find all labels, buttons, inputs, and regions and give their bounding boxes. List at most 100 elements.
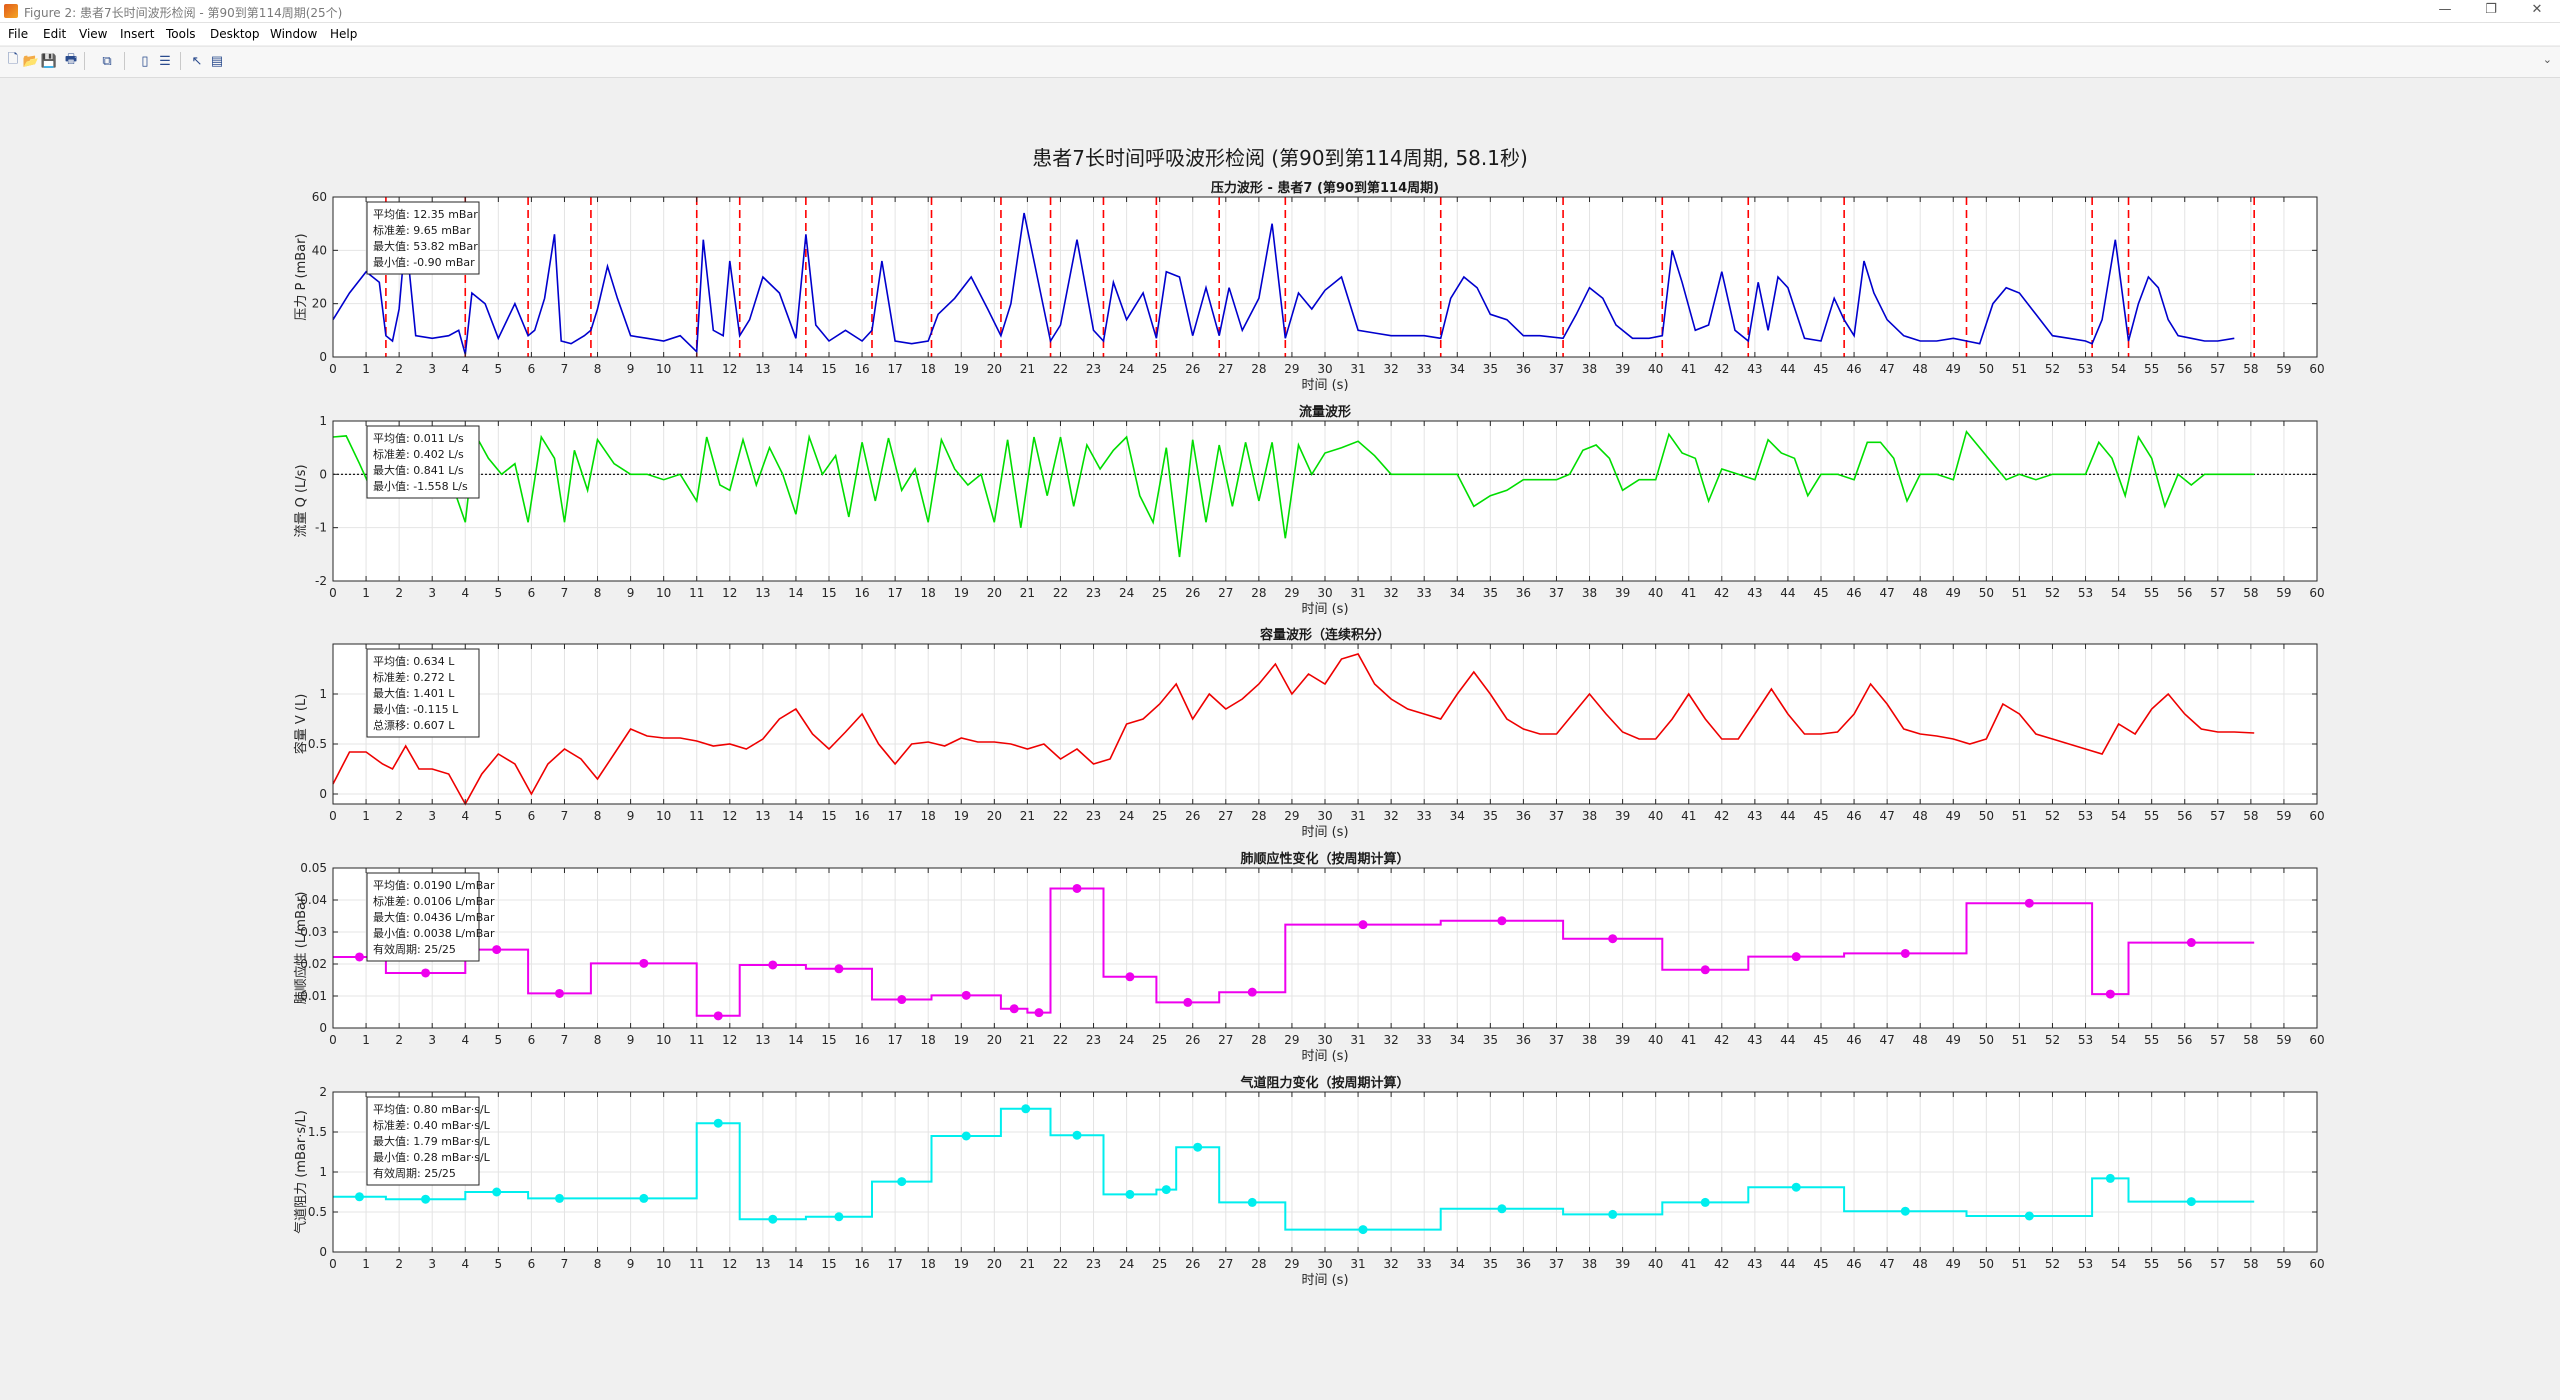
flow-xtick-label: 58 <box>2243 586 2258 600</box>
flow-xtick-label: 45 <box>1813 586 1828 600</box>
compliance-cycle-marker <box>2024 898 2034 908</box>
menu-help[interactable]: Help <box>330 27 357 41</box>
compliance-xtick-label: 35 <box>1483 1033 1498 1047</box>
menu-desktop[interactable]: Desktop <box>210 27 260 41</box>
menu-file[interactable]: File <box>8 27 28 41</box>
resistance-cycle-marker <box>1072 1130 1082 1140</box>
volume-xtick-label: 2 <box>395 809 403 823</box>
compliance-xtick-label: 19 <box>954 1033 969 1047</box>
volume-xtick-label: 51 <box>2012 809 2027 823</box>
resistance-xtick-label: 49 <box>1946 1257 1961 1271</box>
resistance-xtick-label: 50 <box>1979 1257 1994 1271</box>
link-plot-icon[interactable]: ⧉ <box>98 52 116 70</box>
compliance-xtick-label: 18 <box>921 1033 936 1047</box>
resistance-xtick-label: 41 <box>1681 1257 1696 1271</box>
minimize-button[interactable]: — <box>2422 0 2468 22</box>
volume-xtick-label: 13 <box>755 809 770 823</box>
flow-xtick-label: 34 <box>1450 586 1465 600</box>
compliance-xtick-label: 59 <box>2276 1033 2291 1047</box>
resistance-stat-line: 最大值: 1.79 mBar·s/L <box>373 1134 491 1148</box>
save-icon[interactable]: 💾 <box>40 52 58 70</box>
flow-xtick-label: 17 <box>887 586 902 600</box>
pressure-xtick-label: 15 <box>821 362 836 376</box>
volume-xtick-label: 19 <box>954 809 969 823</box>
pressure-xtick-label: 48 <box>1913 362 1928 376</box>
flow-stat-line: 最大值: 0.841 L/s <box>373 463 464 477</box>
flow-xtick-label: 41 <box>1681 586 1696 600</box>
flow-panel: 0 1 2 3 4 5 6 7 8 9 10 11 12 13 14 15 16 17 18 19 20 21 22 23 24… <box>294 404 2325 617</box>
edit-plot-icon[interactable]: ↖ <box>188 52 206 70</box>
pressure-xtick-label: 46 <box>1846 362 1861 376</box>
compliance-cycle-marker <box>1183 997 1193 1007</box>
flow-xtick-label: 33 <box>1417 586 1432 600</box>
resistance-cycle-marker <box>639 1193 649 1203</box>
volume-xtick-label: 32 <box>1383 809 1398 823</box>
flow-xlabel: 时间 (s) <box>1301 602 1348 617</box>
figure-suptitle: 患者7长时间呼吸波形检阅 (第90到第114周期, 58.1秒) <box>1032 146 1528 170</box>
compliance-xtick-label: 30 <box>1317 1033 1332 1047</box>
compliance-cycle-marker <box>492 945 502 955</box>
resistance-xtick-label: 26 <box>1185 1257 1200 1271</box>
close-button[interactable]: ✕ <box>2514 0 2560 22</box>
menu-edit[interactable]: Edit <box>43 27 66 41</box>
compliance-xtick-label: 4 <box>461 1033 469 1047</box>
resistance-ytick-label: 1.5 <box>308 1125 327 1139</box>
volume-stat-line: 总漂移: 0.607 L <box>373 718 455 732</box>
pressure-xtick-label: 5 <box>495 362 503 376</box>
resistance-xtick-label: 57 <box>2210 1257 2225 1271</box>
figure-canvas: 患者7长时间呼吸波形检阅 (第90到第114周期, 58.1秒) 0123456… <box>293 146 2325 1288</box>
volume-xtick-label: 40 <box>1648 809 1663 823</box>
volume-xtick-label: 56 <box>2177 809 2192 823</box>
property-inspector-icon[interactable]: ▤ <box>208 52 226 70</box>
resistance-xtick-label: 36 <box>1516 1257 1531 1271</box>
compliance-xtick-label: 25 <box>1152 1033 1167 1047</box>
pressure-xtick-label: 20 <box>987 362 1002 376</box>
compliance-xtick-label: 21 <box>1020 1033 1035 1047</box>
pressure-xtick-label: 0 <box>329 362 337 376</box>
insert-legend-icon[interactable]: ☰ <box>156 52 174 70</box>
volume-xtick-label: 33 <box>1417 809 1432 823</box>
pressure-stat-line: 标准差: 9.65 mBar <box>373 223 471 237</box>
toolbar-expand-icon[interactable]: ⌄ <box>2543 53 2552 66</box>
flow-xtick-label: 48 <box>1913 586 1928 600</box>
menu-insert[interactable]: Insert <box>120 27 154 41</box>
menu-tools[interactable]: Tools <box>166 27 196 41</box>
resistance-ytick-label: 1 <box>319 1165 327 1179</box>
pressure-xtick-label: 22 <box>1053 362 1068 376</box>
open-file-icon[interactable]: 📂 <box>22 52 40 70</box>
resistance-xtick-label: 35 <box>1483 1257 1498 1271</box>
menu-window[interactable]: Window <box>270 27 317 41</box>
insert-colorbar-icon[interactable]: ▯ <box>136 52 154 70</box>
resistance-xtick-label: 8 <box>594 1257 602 1271</box>
flow-stat-line: 最小值: -1.558 L/s <box>373 480 468 493</box>
print-icon[interactable]: 🖶 <box>62 51 80 70</box>
compliance-xtick-label: 5 <box>495 1033 503 1047</box>
pressure-xtick-label: 42 <box>1714 362 1729 376</box>
resistance-cycle-marker <box>1193 1142 1203 1152</box>
flow-xtick-label: 25 <box>1152 586 1167 600</box>
resistance-cycle-marker <box>1358 1225 1368 1235</box>
compliance-cycle-marker <box>1009 1004 1019 1014</box>
volume-xtick-label: 44 <box>1780 809 1795 823</box>
resistance-ytick-label: 0 <box>319 1245 327 1259</box>
pressure-xtick-label: 14 <box>788 362 803 376</box>
pressure-stat-line: 最小值: -0.90 mBar <box>373 256 475 269</box>
flow-ytick-label: -2 <box>315 574 327 588</box>
menu-view[interactable]: View <box>79 27 107 41</box>
volume-xtick-label: 24 <box>1119 809 1134 823</box>
resistance-xtick-label: 51 <box>2012 1257 2027 1271</box>
volume-xtick-label: 20 <box>987 809 1002 823</box>
pressure-xtick-label: 39 <box>1615 362 1630 376</box>
volume-xtick-label: 14 <box>788 809 803 823</box>
flow-xtick-label: 23 <box>1086 586 1101 600</box>
resistance-xtick-label: 55 <box>2144 1257 2159 1271</box>
maximize-button[interactable]: ❐ <box>2468 0 2514 22</box>
pressure-xtick-label: 9 <box>627 362 635 376</box>
menubar: File Edit View Insert Tools Desktop Wind… <box>0 23 2560 45</box>
new-figure-icon[interactable]: 🗋 <box>4 51 22 70</box>
compliance-xtick-label: 15 <box>821 1033 836 1047</box>
pressure-xtick-label: 32 <box>1383 362 1398 376</box>
volume-ytick-label: 0 <box>319 787 327 801</box>
volume-xtick-label: 27 <box>1218 809 1233 823</box>
flow-xtick-label: 7 <box>561 586 569 600</box>
